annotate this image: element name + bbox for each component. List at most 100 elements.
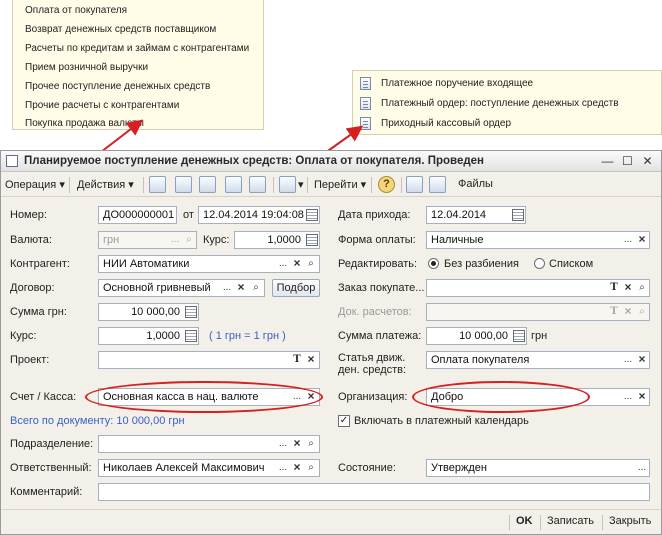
select-ellipsis-icon[interactable]: ... (276, 256, 290, 272)
payment-amount-field[interactable]: 10 000,00 (426, 327, 527, 345)
document-window: Планируемое поступление денежных средств… (0, 150, 662, 535)
department-label: Подразделение: (10, 438, 94, 450)
rate-note: ( 1 грн = 1 грн ) (209, 330, 286, 342)
clear-icon[interactable]: × (304, 352, 318, 368)
buyer-order-label: Заказ покупате... (338, 282, 425, 294)
unpost-icon[interactable] (249, 176, 266, 193)
operation-button[interactable]: Операция ▾ (5, 178, 65, 191)
calculator-icon[interactable] (185, 330, 197, 342)
receipt-date-value: 12.04.2014 (431, 209, 487, 221)
toolbar-separator (273, 177, 274, 193)
type-icon[interactable]: T (607, 280, 621, 296)
close-window-button[interactable]: ✕ (639, 153, 656, 169)
select-ellipsis-icon[interactable]: ... (168, 232, 182, 248)
clear-icon[interactable]: × (621, 280, 635, 296)
type-icon[interactable]: T (607, 304, 621, 320)
clear-icon[interactable]: × (290, 460, 304, 476)
based-on-icon[interactable] (279, 176, 296, 193)
title-bar: Планируемое поступление денежных средств… (1, 151, 661, 172)
search-icon[interactable]: ⌕ (635, 304, 649, 320)
contract-label: Договор: (10, 282, 55, 294)
refresh-icon[interactable] (199, 176, 216, 193)
structure-icon[interactable] (429, 176, 446, 193)
account-field[interactable]: Основная касса в нац. валюте (98, 388, 320, 406)
select-ellipsis-icon[interactable]: ... (621, 232, 635, 248)
cash-flow-item-field[interactable]: Оплата покупателя (426, 351, 650, 369)
list-radio[interactable] (534, 258, 545, 269)
clear-icon[interactable]: × (290, 436, 304, 452)
select-ellipsis-icon[interactable]: ... (220, 280, 234, 296)
select-ellipsis-icon[interactable]: ... (635, 460, 649, 476)
edit-label: Редактировать: (338, 258, 418, 270)
clear-icon[interactable]: × (290, 256, 304, 272)
maximize-button[interactable]: ☐ (619, 153, 636, 169)
search-icon[interactable]: ⌕ (304, 256, 318, 272)
calendar-icon[interactable] (512, 209, 524, 221)
minimize-button[interactable]: — (599, 153, 616, 169)
payment-amount-label: Сумма платежа: (338, 330, 422, 342)
document-total: Всего по документу: 10 000,00 грн (10, 415, 185, 427)
write-button[interactable]: Записать (547, 515, 594, 527)
operation-button-label: Операция (5, 179, 57, 191)
toolbar-separator (69, 177, 70, 193)
select-ellipsis-icon[interactable]: ... (276, 460, 290, 476)
search-icon[interactable]: ⌕ (304, 460, 318, 476)
clear-icon[interactable]: × (635, 352, 649, 368)
based-on-dropdown-icon[interactable]: ▾ (298, 178, 304, 191)
files-button[interactable]: Файлы (458, 178, 493, 190)
toolbar-separator (401, 177, 402, 193)
include-calendar-label: Включать в платежный календарь (354, 415, 529, 427)
date-field[interactable]: 12.04.2014 19:04:08 (198, 206, 320, 224)
calculator-icon[interactable] (306, 234, 318, 246)
clear-icon[interactable]: × (304, 389, 318, 405)
project-label: Проект: (10, 354, 50, 366)
comment-field[interactable] (98, 483, 650, 501)
type-icon[interactable]: T (290, 352, 304, 368)
search-icon[interactable]: ⌕ (635, 280, 649, 296)
footer-separator (540, 515, 541, 530)
toolbar-separator (371, 177, 372, 193)
receipt-date-field[interactable]: 12.04.2014 (426, 206, 526, 224)
ok-button[interactable]: OK (516, 515, 533, 527)
print-icon[interactable] (406, 176, 423, 193)
settlement-doc-label: Док. расчетов: (338, 306, 412, 318)
select-button[interactable]: Подбор (272, 279, 320, 297)
rate2-field[interactable]: 1,0000 (98, 327, 199, 345)
counterparty-label: Контрагент: (10, 258, 70, 270)
footer-separator (509, 515, 510, 530)
date-value: 12.04.2014 19:04:08 (203, 209, 304, 221)
select-ellipsis-icon[interactable]: ... (621, 389, 635, 405)
clear-icon[interactable]: × (621, 304, 635, 320)
search-icon[interactable]: ⌕ (182, 232, 196, 248)
clear-icon[interactable]: × (635, 232, 649, 248)
select-ellipsis-icon[interactable]: ... (276, 436, 290, 452)
responsible-label: Ответственный: (10, 462, 92, 474)
organization-field[interactable]: Добро (426, 388, 650, 406)
status-field[interactable]: Утвержден (426, 459, 650, 477)
calendar-icon[interactable] (306, 209, 318, 221)
search-icon[interactable]: ⌕ (304, 436, 318, 452)
project-field[interactable] (98, 351, 320, 369)
post-icon[interactable] (225, 176, 242, 193)
include-calendar-checkbox[interactable]: ✓ (338, 415, 350, 427)
copy-icon[interactable] (149, 176, 166, 193)
no-split-radio[interactable] (428, 258, 439, 269)
calculator-icon[interactable] (185, 306, 197, 318)
comment-label: Комментарий: (10, 486, 83, 498)
organization-label: Организация: (338, 391, 408, 403)
calculator-icon[interactable] (513, 330, 525, 342)
save-icon[interactable] (175, 176, 192, 193)
goto-button[interactable]: Перейти ▾ (314, 178, 366, 191)
help-icon[interactable]: ? (378, 176, 395, 193)
search-icon[interactable]: ⌕ (249, 280, 263, 296)
clear-icon[interactable]: × (234, 280, 248, 296)
actions-button[interactable]: Действия ▾ (77, 178, 134, 191)
payment-form-field[interactable]: Наличные (426, 231, 650, 249)
clear-icon[interactable]: × (635, 389, 649, 405)
receipt-date-label: Дата прихода: (338, 209, 411, 221)
close-button[interactable]: Закрыть (609, 515, 651, 527)
number-field[interactable]: ДО000000001 (98, 206, 177, 224)
select-ellipsis-icon[interactable]: ... (290, 389, 304, 405)
select-ellipsis-icon[interactable]: ... (621, 352, 635, 368)
amount-uah-field[interactable]: 10 000,00 (98, 303, 199, 321)
